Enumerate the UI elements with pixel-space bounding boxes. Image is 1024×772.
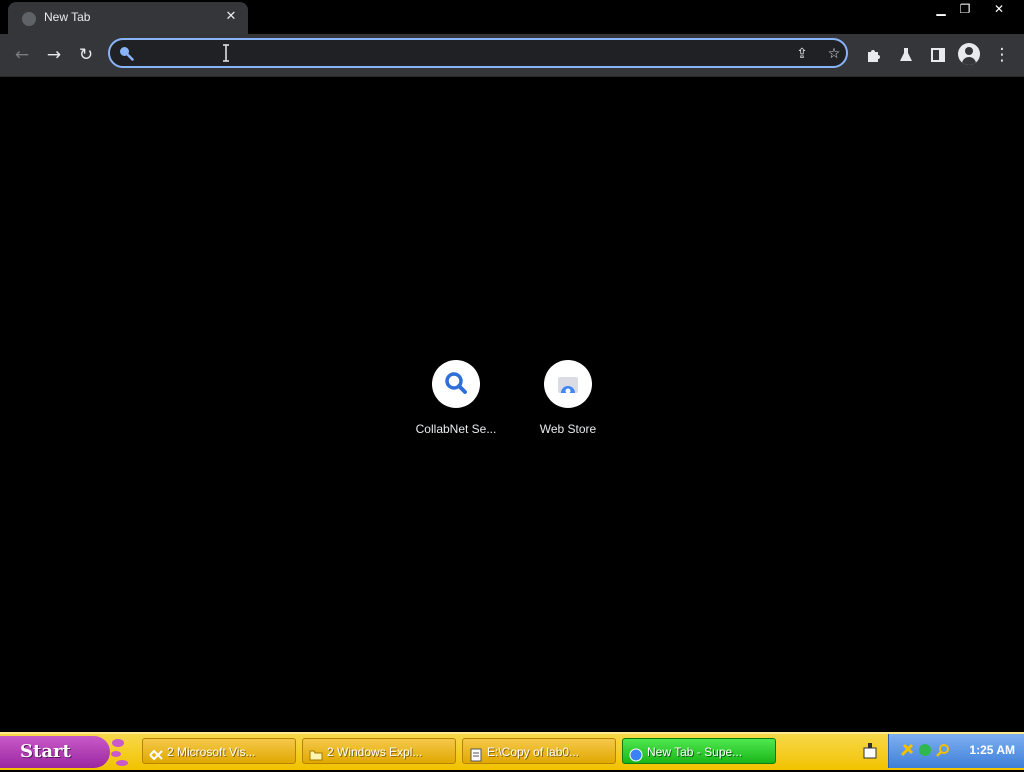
address-bar[interactable]: ⇪ ☆ bbox=[108, 38, 848, 68]
taskbar: Start 2 Microsoft Vis... 2 Windows Expl.… bbox=[0, 732, 1024, 770]
shortcut-label: CollabNet Se... bbox=[415, 422, 497, 436]
system-tray: 1:25 AM bbox=[888, 734, 1024, 768]
tab-title: New Tab bbox=[44, 10, 91, 24]
back-button[interactable]: ← bbox=[10, 43, 34, 67]
task-label: E:\Copy of lab0... bbox=[487, 745, 580, 759]
browser-toolbar: ← → ↻ ⇪ ☆ ⋮ bbox=[0, 34, 1024, 77]
window-close-button[interactable]: ✕ bbox=[986, 0, 1012, 18]
forward-button[interactable]: → bbox=[42, 43, 66, 67]
keyboard-language-icon[interactable] bbox=[862, 742, 878, 760]
start-button[interactable]: Start bbox=[0, 736, 110, 768]
bookmark-star-icon[interactable]: ☆ bbox=[824, 44, 844, 64]
task-microsoft-visual-studio[interactable]: 2 Microsoft Vis... bbox=[142, 738, 296, 764]
menu-kebab-icon[interactable]: ⋮ bbox=[990, 43, 1014, 67]
share-icon[interactable]: ⇪ bbox=[792, 44, 812, 64]
minimize-button[interactable]: ▁ bbox=[928, 0, 954, 18]
reload-button[interactable]: ↻ bbox=[74, 43, 98, 67]
tab-favicon-icon bbox=[22, 12, 36, 26]
web-store-icon bbox=[544, 360, 592, 408]
text-cursor-icon bbox=[222, 44, 229, 62]
folder-icon bbox=[309, 745, 323, 761]
task-copy-of-lab[interactable]: E:\Copy of lab0... bbox=[462, 738, 616, 764]
tab-close-icon[interactable]: ✕ bbox=[222, 8, 240, 26]
tray-tools-icon[interactable] bbox=[899, 742, 915, 758]
clock: 1:25 AM bbox=[969, 743, 1015, 757]
shortcut-label: Web Store bbox=[539, 422, 597, 436]
visual-studio-icon bbox=[149, 745, 163, 761]
quick-launch-bubbles-icon bbox=[108, 736, 134, 768]
profile-avatar-icon[interactable] bbox=[958, 43, 980, 65]
task-label: 2 Microsoft Vis... bbox=[167, 745, 256, 759]
shortcut-collabnet[interactable]: CollabNet Se... bbox=[400, 360, 512, 436]
extensions-icon[interactable] bbox=[862, 43, 886, 67]
tray-network-icon[interactable] bbox=[917, 742, 933, 758]
side-panel-icon[interactable] bbox=[926, 43, 950, 67]
task-new-tab-browser[interactable]: New Tab - Supe... bbox=[622, 738, 776, 764]
restore-button[interactable]: ❐ bbox=[952, 0, 978, 18]
tray-search-icon[interactable] bbox=[935, 742, 951, 758]
browser-globe-icon bbox=[629, 745, 643, 762]
task-windows-explorer[interactable]: 2 Windows Expl... bbox=[302, 738, 456, 764]
address-input[interactable] bbox=[140, 43, 784, 65]
tab-strip: New Tab ✕ ▁ ❐ ✕ bbox=[0, 0, 1024, 34]
search-icon bbox=[118, 45, 134, 65]
collabnet-search-icon bbox=[432, 360, 480, 408]
shortcut-web-store[interactable]: Web Store bbox=[512, 360, 624, 436]
task-label: 2 Windows Expl... bbox=[327, 745, 423, 759]
labs-flask-icon[interactable] bbox=[894, 43, 918, 67]
task-label: New Tab - Supe... bbox=[647, 745, 743, 759]
document-icon bbox=[469, 745, 483, 762]
tab-new-tab[interactable]: New Tab ✕ bbox=[8, 2, 248, 34]
